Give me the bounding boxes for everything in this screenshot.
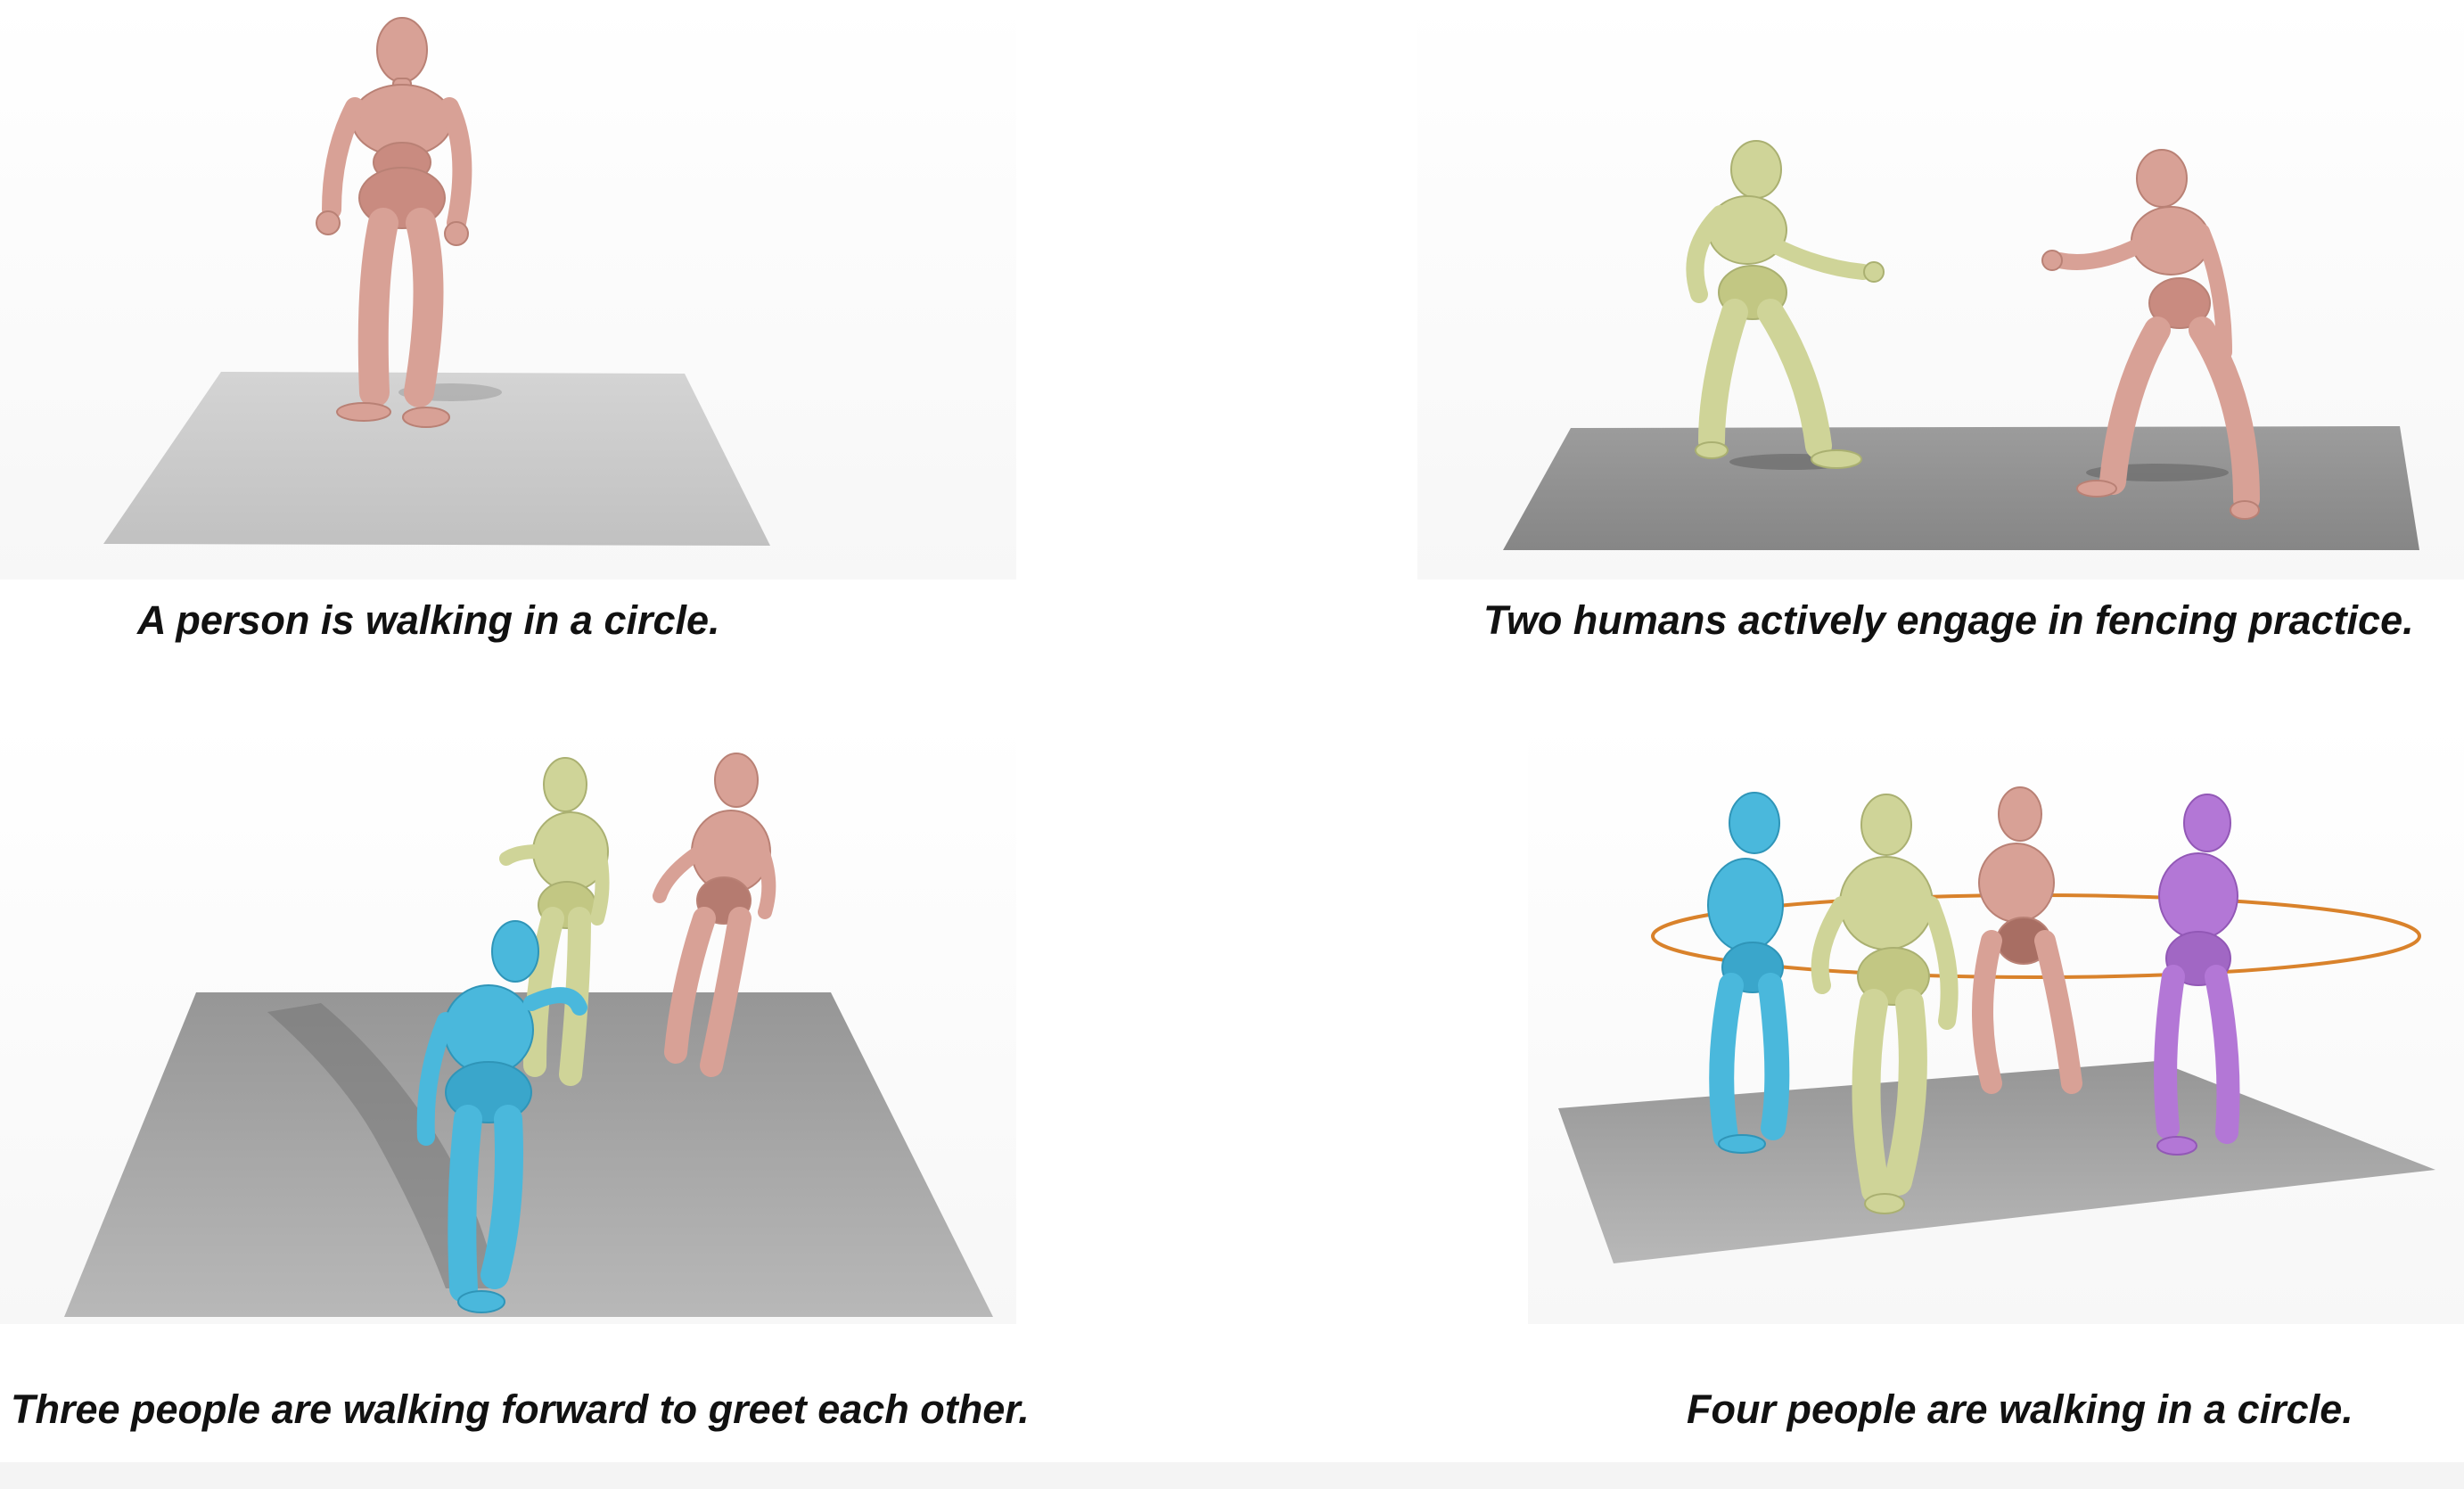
scene-panel-1 — [0, 0, 1016, 580]
floor-plane — [1503, 426, 2419, 550]
bottom-strip — [0, 1462, 2464, 1489]
scene-render-1 — [0, 0, 1016, 580]
scene-panel-3 — [0, 718, 1016, 1324]
caption-panel-2: Two humans actively engage in fencing pr… — [1483, 597, 2414, 643]
scene-panel-4 — [1528, 718, 2464, 1324]
scene-render-3 — [0, 718, 1016, 1324]
scene-panel-2 — [1417, 0, 2464, 580]
scene-render-2 — [1417, 0, 2464, 580]
scene-render-4 — [1528, 718, 2464, 1324]
caption-panel-1: A person is walking in a circle. — [137, 597, 720, 643]
caption-panel-4: Four people are walking in a circle. — [1687, 1386, 2353, 1432]
caption-panel-3: Three people are walking forward to gree… — [11, 1386, 1030, 1432]
